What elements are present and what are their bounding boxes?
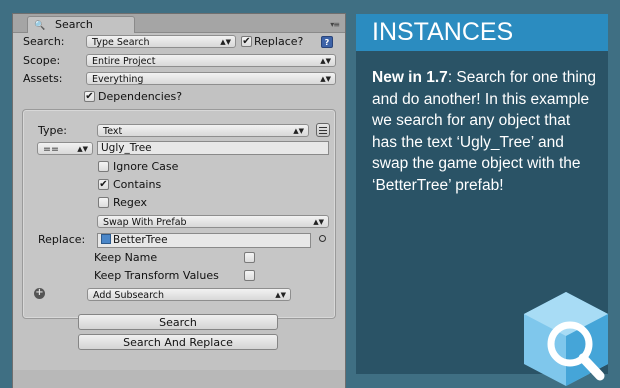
subsearch-panel: Type: Text ▲▼ == ▲▼ Ugly_Tree Ignore Cas… bbox=[22, 109, 336, 319]
object-picker-icon[interactable] bbox=[319, 235, 326, 242]
prefab-cube-icon bbox=[101, 234, 111, 244]
contains-label: Contains bbox=[113, 178, 162, 191]
chevron-down-icon: ▲▼ bbox=[320, 75, 331, 83]
search-and-replace-button[interactable]: Search And Replace bbox=[78, 334, 278, 350]
replace-label: Replace? bbox=[254, 35, 304, 48]
keep-name-checkbox[interactable] bbox=[244, 252, 255, 263]
promo-header: INSTANCES bbox=[356, 14, 608, 51]
keep-transform-label: Keep Transform Values bbox=[94, 269, 219, 282]
search-button[interactable]: Search bbox=[78, 314, 278, 330]
promo-version: New in 1.7 bbox=[372, 69, 448, 86]
tab-bar: 🔍 Search ▾≡ bbox=[13, 14, 345, 33]
promo-body: : Search for one thing and do another! I… bbox=[372, 69, 597, 194]
contains-checkbox[interactable]: ✔ bbox=[98, 179, 109, 190]
help-icon[interactable]: ? bbox=[321, 36, 333, 48]
chevron-down-icon: ▲▼ bbox=[293, 127, 304, 135]
action-dropdown[interactable]: Swap With Prefab ▲▼ bbox=[97, 215, 329, 228]
action-value: Swap With Prefab bbox=[103, 217, 187, 228]
status-strip bbox=[13, 370, 345, 388]
search-type-dropdown[interactable]: Type Search ▲▼ bbox=[86, 35, 236, 48]
ignore-case-checkbox[interactable] bbox=[98, 161, 109, 172]
subsearch-menu-icon[interactable] bbox=[316, 123, 330, 137]
keep-name-label: Keep Name bbox=[94, 251, 158, 264]
assets-dropdown[interactable]: Everything ▲▼ bbox=[86, 72, 336, 85]
regex-checkbox[interactable] bbox=[98, 197, 109, 208]
type-dropdown[interactable]: Text ▲▼ bbox=[97, 124, 309, 137]
add-circle-icon[interactable]: + bbox=[34, 288, 45, 299]
add-subsearch-dropdown[interactable]: Add Subsearch ▲▼ bbox=[87, 288, 291, 301]
replace-object-field[interactable]: BetterTree bbox=[97, 233, 311, 248]
chevron-down-icon: ▲▼ bbox=[220, 38, 231, 46]
promo-text: New in 1.7: Search for one thing and do … bbox=[372, 67, 597, 196]
tab-search[interactable]: 🔍 Search bbox=[27, 16, 135, 33]
search-icon: 🔍 bbox=[34, 21, 46, 31]
type-label: Type: bbox=[38, 124, 67, 137]
assets-value: Everything bbox=[92, 74, 144, 85]
chevron-down-icon: ▲▼ bbox=[313, 218, 324, 226]
replace-object-label: Replace: bbox=[38, 233, 86, 246]
search-cube-logo-icon bbox=[524, 292, 608, 386]
search-label: Search: bbox=[23, 35, 65, 48]
promo-title: INSTANCES bbox=[372, 18, 514, 46]
regex-label: Regex bbox=[113, 196, 147, 209]
keep-transform-checkbox[interactable] bbox=[244, 270, 255, 281]
operator-value: == bbox=[43, 144, 59, 155]
replace-object-value: BetterTree bbox=[113, 234, 168, 246]
tab-search-label: Search bbox=[55, 18, 93, 31]
search-type-value: Type Search bbox=[92, 37, 150, 48]
scope-value: Entire Project bbox=[92, 56, 156, 67]
dependencies-label: Dependencies? bbox=[98, 90, 183, 103]
tab-menu-icon[interactable]: ▾≡ bbox=[330, 20, 340, 29]
search-text-field[interactable]: Ugly_Tree bbox=[97, 141, 329, 155]
assets-label: Assets: bbox=[23, 72, 63, 85]
search-editor-window: 🔍 Search ▾≡ Search: Type Search ▲▼ ✔ Rep… bbox=[13, 14, 345, 388]
scope-label: Scope: bbox=[23, 54, 61, 67]
chevron-down-icon: ▲▼ bbox=[77, 145, 88, 153]
replace-checkbox[interactable]: ✔ bbox=[241, 36, 252, 47]
add-subsearch-value: Add Subsearch bbox=[93, 290, 165, 301]
ignore-case-label: Ignore Case bbox=[113, 160, 179, 173]
scope-dropdown[interactable]: Entire Project ▲▼ bbox=[86, 54, 336, 67]
dependencies-checkbox[interactable]: ✔ bbox=[84, 91, 95, 102]
chevron-down-icon: ▲▼ bbox=[320, 57, 331, 65]
type-value: Text bbox=[103, 126, 123, 137]
operator-dropdown[interactable]: == ▲▼ bbox=[37, 142, 93, 155]
chevron-down-icon: ▲▼ bbox=[275, 291, 286, 299]
